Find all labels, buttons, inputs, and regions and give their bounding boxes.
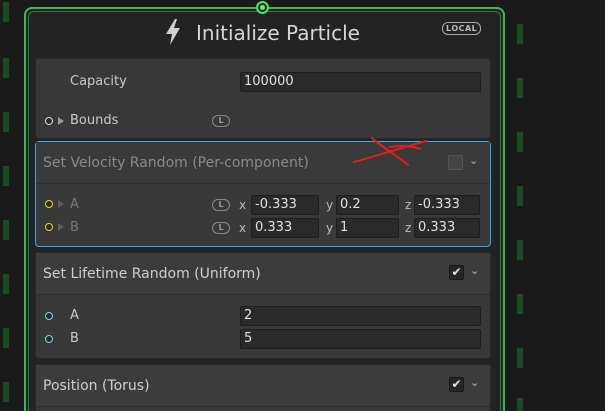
node-title: Initialize Particle [196,21,360,45]
velocity-a-z-field[interactable]: -0.333 [414,195,480,215]
lifetime-a-field[interactable]: 2 [240,306,481,326]
velocity-b-z-axis: z [405,221,412,235]
lifetime-b-port[interactable] [45,335,53,343]
lifetime-enable-checkbox[interactable]: ✔ [449,265,464,280]
velocity-b-label: B [70,220,79,235]
velocity-a-port[interactable] [45,200,53,208]
velocity-a-space-badge[interactable]: L [212,199,230,211]
position-block-header[interactable]: Position (Torus) ✔ ⌄ [36,365,490,407]
velocity-a-y-axis: y [326,198,334,212]
velocity-chevron-down-icon[interactable]: ⌄ [469,154,478,167]
left-flow-line [3,0,9,411]
velocity-b-x-field[interactable]: 0.333 [251,218,319,238]
right-flow-line [517,0,523,411]
lifetime-a-port[interactable] [45,312,53,320]
bounds-port[interactable] [45,117,53,125]
velocity-enable-checkbox[interactable] [448,155,463,170]
lifetime-a-label: A [70,308,79,323]
bounds-expand-arrow-icon[interactable] [58,117,64,125]
velocity-b-space-badge[interactable]: L [212,222,230,234]
position-chevron-down-icon[interactable]: ⌄ [470,376,479,389]
set-lifetime-random-block[interactable]: Set Lifetime Random (Uniform) ✔ ⌄ A 2 B … [35,252,491,359]
capacity-label: Capacity [70,74,127,89]
position-enable-checkbox[interactable]: ✔ [449,377,464,392]
velocity-a-y-field[interactable]: 0.2 [336,195,399,215]
lifetime-b-label: B [70,331,79,346]
velocity-b-y-axis: y [326,221,334,235]
bounds-space-badge[interactable]: L [212,115,230,127]
lifetime-b-field[interactable]: 5 [240,329,481,349]
velocity-a-z-axis: z [405,198,412,212]
velocity-b-port[interactable] [45,223,53,231]
velocity-a-x-axis: x [239,198,247,212]
lifetime-chevron-down-icon[interactable]: ⌄ [470,264,479,277]
velocity-a-label: A [70,197,79,212]
capacity-field[interactable]: 100000 [240,72,481,92]
velocity-a-expand-arrow-icon[interactable] [58,200,64,208]
lifetime-block-title: Set Lifetime Random (Uniform) [43,266,261,282]
bounds-label: Bounds [70,113,119,128]
velocity-b-y-field[interactable]: 1 [336,218,399,238]
lifetime-block-header[interactable]: Set Lifetime Random (Uniform) ✔ ⌄ [36,253,490,295]
velocity-b-expand-arrow-icon[interactable] [58,223,64,231]
flow-input-port[interactable] [256,1,269,14]
position-block-title: Position (Torus) [43,378,150,394]
red-x-annotation-icon [353,137,427,166]
velocity-b-z-field[interactable]: 0.333 [414,218,480,238]
position-torus-block[interactable]: Position (Torus) ✔ ⌄ [35,364,491,411]
velocity-b-x-axis: x [239,221,247,235]
capacity-section: Capacity 100000 Bounds L [35,58,491,139]
lightning-bolt-icon [166,19,180,45]
local-badge[interactable]: LOCAL [442,22,482,35]
velocity-block-title: Set Velocity Random (Per-component) [43,155,309,171]
velocity-a-x-field[interactable]: -0.333 [251,195,319,215]
